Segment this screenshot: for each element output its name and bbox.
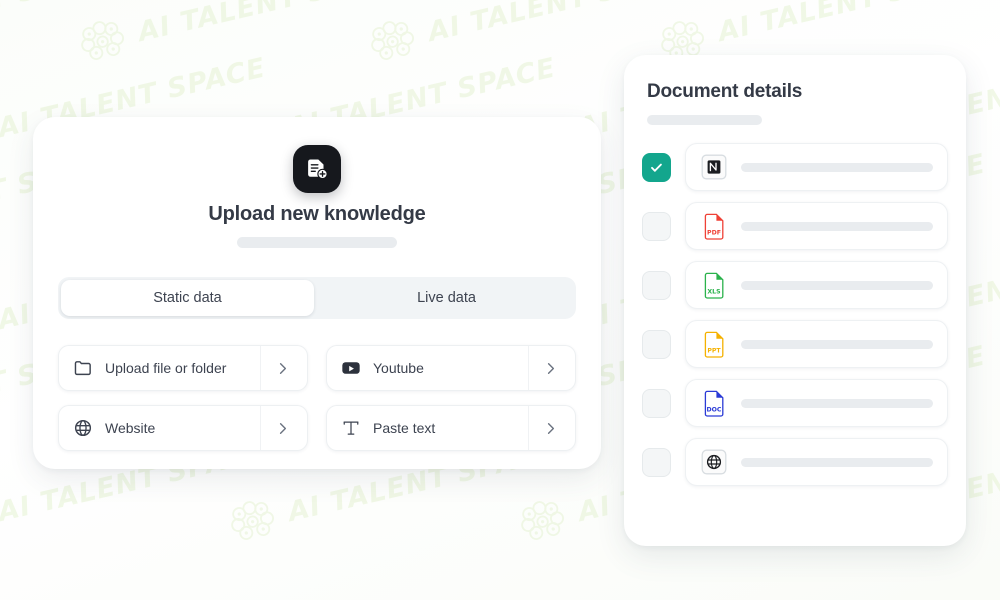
- panel-title: Document details: [647, 81, 803, 102]
- row-name-placeholder: [741, 221, 933, 231]
- upload-option-website[interactable]: Website: [58, 405, 308, 451]
- upload-options-grid: Upload file or folder Youtube Website Paste…: [58, 345, 576, 451]
- panel-subtitle-placeholder: [647, 115, 762, 125]
- row-body[interactable]: PPT: [685, 320, 948, 368]
- row-checkbox[interactable]: [642, 447, 671, 477]
- tab-live-data[interactable]: Live data: [320, 280, 573, 316]
- chevron-right-icon[interactable]: [260, 406, 303, 450]
- upload-option-label: Upload file or folder: [105, 360, 227, 376]
- upload-option-label: Youtube: [373, 360, 424, 376]
- list-item[interactable]: [642, 438, 948, 486]
- list-item[interactable]: PDF: [642, 202, 948, 250]
- list-item[interactable]: DOC: [642, 379, 948, 427]
- chevron-right-icon[interactable]: [528, 346, 571, 390]
- text-t-icon: [341, 418, 361, 438]
- watermark-text: AI TALENT SPACE: [714, 0, 989, 48]
- row-checkbox[interactable]: [642, 211, 671, 241]
- document-details-panel: Document details PDF XLS PPT DOC: [624, 55, 966, 546]
- svg-text:DOC: DOC: [706, 406, 721, 413]
- document-list: PDF XLS PPT DOC: [642, 143, 948, 486]
- youtube-icon: [341, 358, 361, 378]
- globe-icon: [73, 418, 93, 438]
- data-type-tabs: Static data Live data: [58, 277, 576, 319]
- upload-knowledge-card: Upload new knowledge Static data Live dat…: [33, 117, 601, 469]
- app-canvas: AI TALENT SPACE AI TALENT SPACE AI TALENT …: [0, 0, 1000, 600]
- watermark-text: AI TALENT SPACE: [134, 0, 409, 48]
- title-subtitle-placeholder: [237, 237, 397, 248]
- folder-icon: [73, 358, 93, 378]
- svg-text:XLS: XLS: [707, 288, 720, 295]
- row-name-placeholder: [741, 398, 933, 408]
- list-item[interactable]: PPT: [642, 320, 948, 368]
- ppt-file-icon: PPT: [700, 331, 727, 358]
- list-item[interactable]: XLS: [642, 261, 948, 309]
- upload-option-paste-text[interactable]: Paste text: [326, 405, 576, 451]
- tab-static-data[interactable]: Static data: [61, 280, 314, 316]
- watermark: AI TALENT SPACE: [0, 0, 120, 65]
- chevron-right-icon[interactable]: [528, 406, 571, 450]
- row-name-placeholder: [741, 339, 933, 349]
- upload-option-label: Paste text: [373, 420, 436, 436]
- row-body[interactable]: PDF: [685, 202, 948, 250]
- tab-label: Static data: [153, 290, 222, 306]
- chevron-right-icon[interactable]: [260, 346, 303, 390]
- row-checkbox[interactable]: [642, 270, 671, 300]
- page-title: Upload new knowledge: [208, 203, 426, 225]
- xls-file-icon: XLS: [700, 272, 727, 299]
- row-checkbox[interactable]: [642, 388, 671, 418]
- row-name-placeholder: [741, 162, 933, 172]
- notion-icon: [700, 154, 727, 181]
- svg-text:PPT: PPT: [707, 347, 721, 354]
- upload-option-upload-file-or-folder[interactable]: Upload file or folder: [58, 345, 308, 391]
- doc-file-icon: DOC: [700, 390, 727, 417]
- row-checkbox[interactable]: [642, 329, 671, 359]
- document-add-icon: [293, 145, 341, 193]
- row-name-placeholder: [741, 457, 933, 467]
- upload-option-youtube[interactable]: Youtube: [326, 345, 576, 391]
- watermark-text: AI TALENT SPACE: [0, 0, 119, 48]
- upload-option-label: Website: [105, 420, 156, 436]
- row-body[interactable]: DOC: [685, 379, 948, 427]
- watermark-text: AI TALENT SPACE: [424, 0, 699, 48]
- row-body[interactable]: XLS: [685, 261, 948, 309]
- row-checkbox[interactable]: [642, 152, 671, 182]
- tab-label: Live data: [417, 290, 476, 306]
- pdf-file-icon: PDF: [700, 213, 727, 240]
- globe-file-icon: [700, 449, 727, 476]
- svg-text:PDF: PDF: [707, 229, 721, 236]
- row-name-placeholder: [741, 280, 933, 290]
- list-item[interactable]: [642, 143, 948, 191]
- watermark: AI TALENT SPACE: [76, 0, 410, 65]
- row-body[interactable]: [685, 438, 948, 486]
- row-body[interactable]: [685, 143, 948, 191]
